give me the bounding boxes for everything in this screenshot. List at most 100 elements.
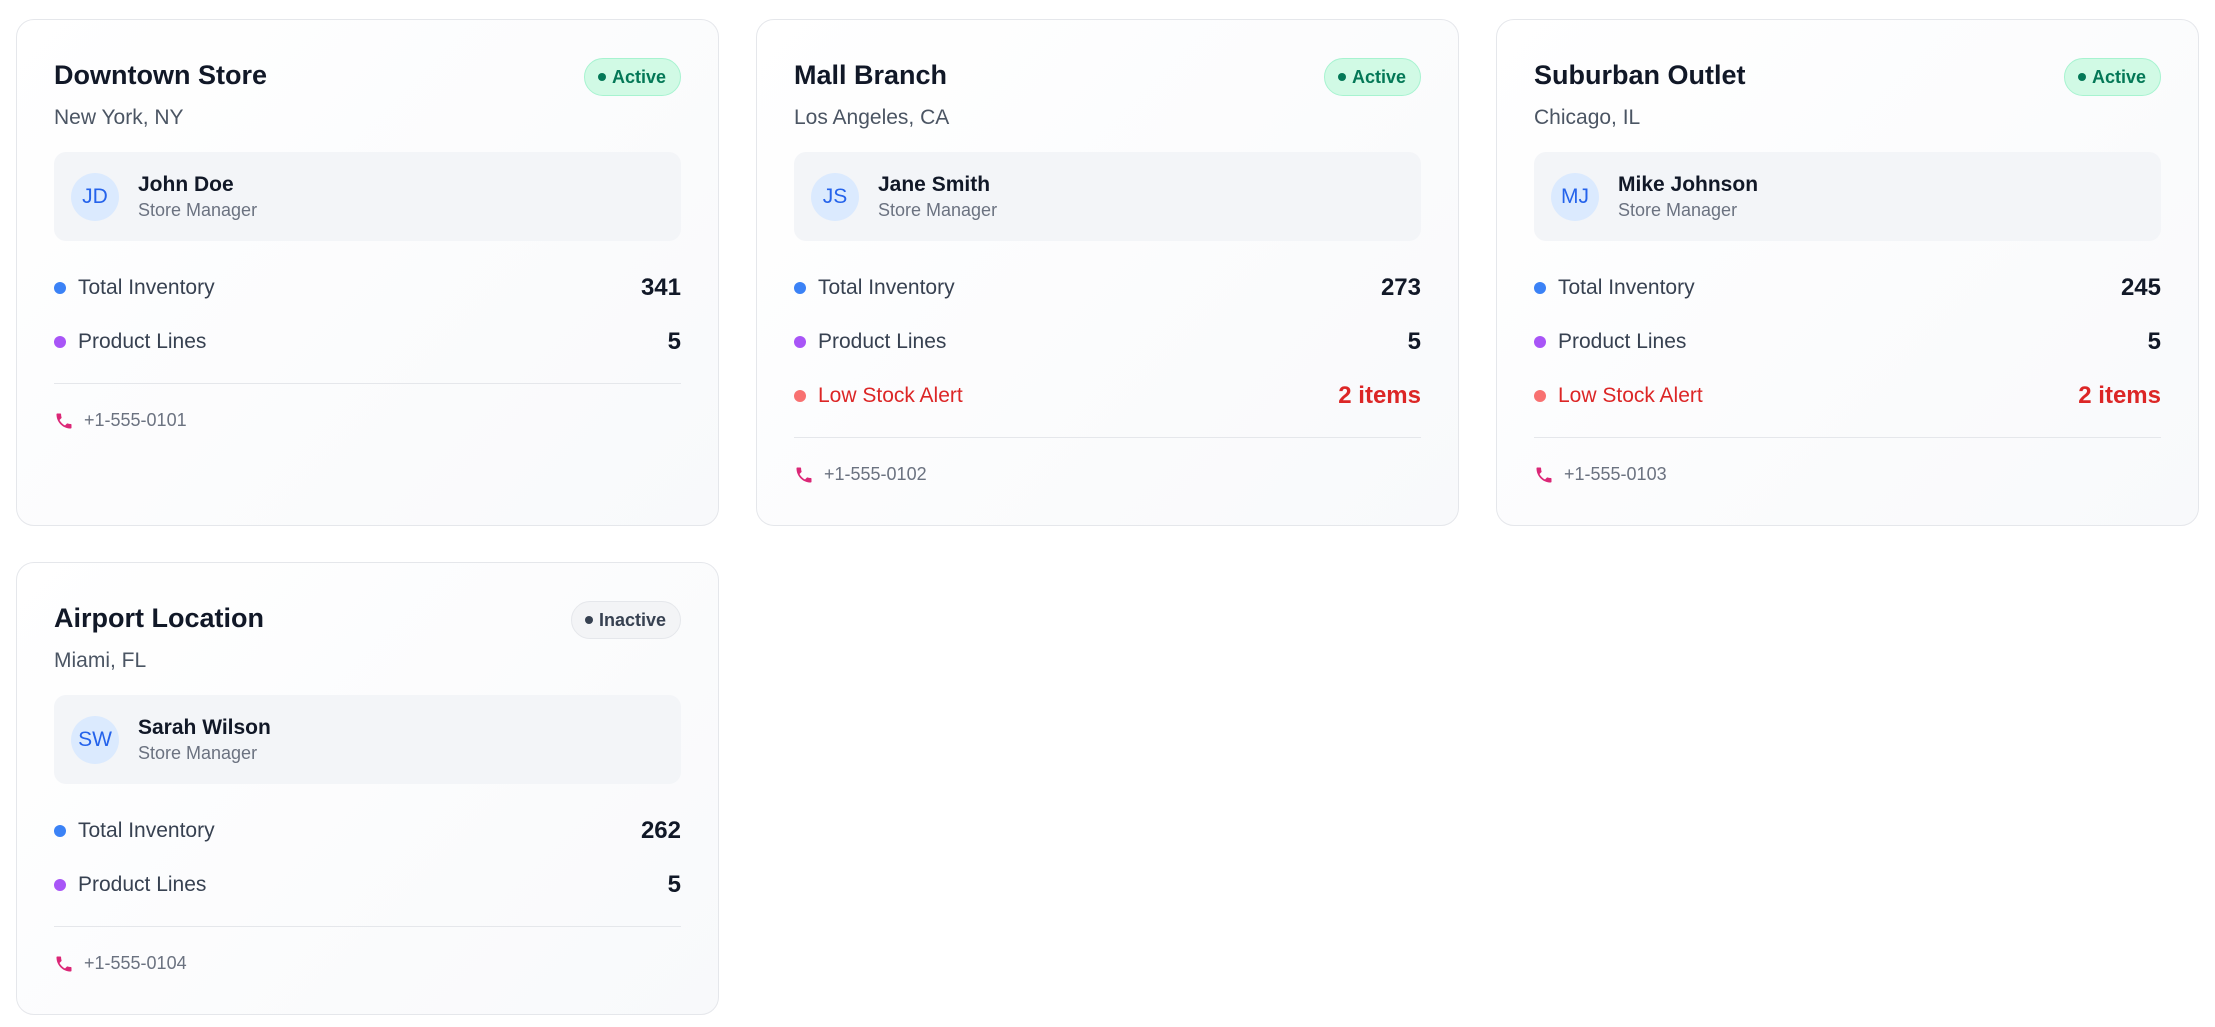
stat-label: Product Lines xyxy=(818,330,947,353)
manager-role: Store Manager xyxy=(878,200,998,221)
status-dot-icon xyxy=(597,73,606,81)
phone-row[interactable]: +1-555-0104 xyxy=(54,953,681,974)
product-lines-dot-icon xyxy=(54,336,66,348)
phone-row[interactable]: +1-555-0102 xyxy=(794,464,1421,485)
stat-row-product-lines: Product Lines 5 xyxy=(1534,315,2161,369)
store-card-airport[interactable]: Airport Location Inactive Miami, FL SW S… xyxy=(16,562,719,1015)
manager-role: Store Manager xyxy=(138,743,258,764)
stat-value: 5 xyxy=(2147,328,2161,355)
manager-role: Store Manager xyxy=(1618,200,1738,221)
stat-value: 341 xyxy=(640,274,681,301)
stat-label: Total Inventory xyxy=(1558,276,1695,299)
card-header: Downtown Store Active xyxy=(54,58,681,96)
status-label: Active xyxy=(1351,66,1406,87)
stat-row-product-lines: Product Lines 5 xyxy=(794,315,1421,369)
stats-list: Total Inventory 273 Product Lines 5 Low … xyxy=(794,261,1421,423)
stat-value: 2 items xyxy=(2078,382,2161,409)
stat-value: 5 xyxy=(1407,328,1421,355)
stat-row-product-lines: Product Lines 5 xyxy=(54,858,681,912)
divider xyxy=(54,383,681,384)
stat-value: 5 xyxy=(667,871,681,898)
card-header: Mall Branch Active xyxy=(794,58,1421,96)
stat-label: Total Inventory xyxy=(818,276,955,299)
phone-icon xyxy=(1534,465,1554,485)
stat-value: 273 xyxy=(1380,274,1421,301)
status-label: Inactive xyxy=(598,609,666,630)
status-badge: Active xyxy=(583,58,681,96)
avatar: JS xyxy=(811,172,859,221)
avatar: SW xyxy=(71,715,119,764)
manager-panel: SW Sarah Wilson Store Manager xyxy=(54,695,681,784)
stat-value: 5 xyxy=(667,328,681,355)
stat-label: Product Lines xyxy=(1558,330,1687,353)
stats-list: Total Inventory 245 Product Lines 5 Low … xyxy=(1534,261,2161,423)
manager-panel: JD John Doe Store Manager xyxy=(54,152,681,241)
status-dot-icon xyxy=(584,616,593,624)
divider xyxy=(54,926,681,927)
product-lines-dot-icon xyxy=(1534,336,1546,348)
inventory-dot-icon xyxy=(54,825,66,837)
divider xyxy=(794,437,1421,438)
phone-icon xyxy=(54,411,74,431)
stat-label: Low Stock Alert xyxy=(818,384,963,407)
avatar: JD xyxy=(71,172,119,221)
status-dot-icon xyxy=(1337,73,1346,81)
stat-value: 262 xyxy=(640,817,681,844)
status-badge: Active xyxy=(2063,58,2161,96)
store-card-downtown[interactable]: Downtown Store Active New York, NY JD Jo… xyxy=(16,19,719,526)
product-lines-dot-icon xyxy=(54,879,66,891)
stat-value: 2 items xyxy=(1338,382,1421,409)
store-name: Airport Location xyxy=(54,603,264,633)
stats-list: Total Inventory 341 Product Lines 5 xyxy=(54,261,681,369)
card-header: Suburban Outlet Active xyxy=(1534,58,2161,96)
manager-panel: MJ Mike Johnson Store Manager xyxy=(1534,152,2161,241)
store-location: Los Angeles, CA xyxy=(794,106,950,129)
phone-row[interactable]: +1-555-0103 xyxy=(1534,464,2161,485)
store-location: Miami, FL xyxy=(54,649,147,672)
store-name: Downtown Store xyxy=(54,60,267,90)
manager-name: Sarah Wilson xyxy=(138,715,271,739)
store-location: New York, NY xyxy=(54,106,184,129)
store-card-grid: Downtown Store Active New York, NY JD Jo… xyxy=(16,19,2199,1015)
card-header: Airport Location Inactive xyxy=(54,601,681,639)
stat-row-low-stock: Low Stock Alert 2 items xyxy=(794,369,1421,423)
stat-value: 245 xyxy=(2120,274,2161,301)
phone-icon xyxy=(54,954,74,974)
phone-row[interactable]: +1-555-0101 xyxy=(54,410,681,431)
store-card-suburban[interactable]: Suburban Outlet Active Chicago, IL MJ Mi… xyxy=(1496,19,2199,526)
stat-row-inventory: Total Inventory 341 xyxy=(54,261,681,315)
product-lines-dot-icon xyxy=(794,336,806,348)
stat-label: Product Lines xyxy=(78,330,207,353)
manager-panel: JS Jane Smith Store Manager xyxy=(794,152,1421,241)
store-name: Suburban Outlet xyxy=(1534,60,1746,90)
stat-row-inventory: Total Inventory 245 xyxy=(1534,261,2161,315)
stats-list: Total Inventory 262 Product Lines 5 xyxy=(54,804,681,912)
phone-number: +1-555-0104 xyxy=(84,953,187,973)
stat-row-low-stock: Low Stock Alert 2 items xyxy=(1534,369,2161,423)
phone-icon xyxy=(794,465,814,485)
status-label: Active xyxy=(2091,66,2146,87)
status-badge: Active xyxy=(1323,58,1421,96)
manager-name: John Doe xyxy=(138,172,234,196)
inventory-dot-icon xyxy=(794,282,806,294)
divider xyxy=(1534,437,2161,438)
phone-number: +1-555-0103 xyxy=(1564,464,1667,484)
store-location: Chicago, IL xyxy=(1534,106,1641,129)
status-badge: Inactive xyxy=(570,601,681,639)
phone-number: +1-555-0101 xyxy=(84,410,187,430)
stat-row-inventory: Total Inventory 262 xyxy=(54,804,681,858)
manager-name: Mike Johnson xyxy=(1618,172,1759,196)
phone-number: +1-555-0102 xyxy=(824,464,927,484)
stat-row-inventory: Total Inventory 273 xyxy=(794,261,1421,315)
store-name: Mall Branch xyxy=(794,60,948,90)
stat-label: Product Lines xyxy=(78,873,207,896)
alert-dot-icon xyxy=(1534,390,1546,402)
manager-role: Store Manager xyxy=(138,200,258,221)
stat-row-product-lines: Product Lines 5 xyxy=(54,315,681,369)
stat-label: Total Inventory xyxy=(78,276,215,299)
status-label: Active xyxy=(611,66,666,87)
inventory-dot-icon xyxy=(1534,282,1546,294)
stat-label: Total Inventory xyxy=(78,819,215,842)
avatar: MJ xyxy=(1551,172,1599,221)
store-card-mall[interactable]: Mall Branch Active Los Angeles, CA JS Ja… xyxy=(756,19,1459,526)
